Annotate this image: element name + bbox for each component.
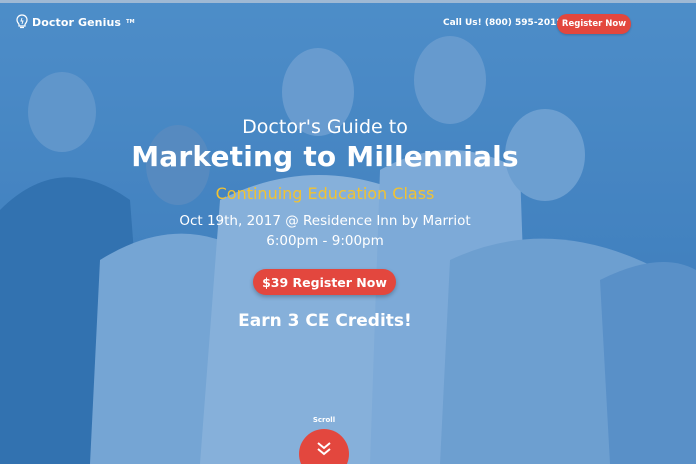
landing-page: Doctor Genius TM Call Us! (800) 595-2018 … xyxy=(0,0,696,464)
hero-register-button[interactable]: $39 Register Now xyxy=(253,269,396,295)
ce-credits-text: Earn 3 CE Credits! xyxy=(238,311,412,331)
hero-title: Marketing to Millennials xyxy=(131,140,519,173)
hero-subtitle: Continuing Education Class xyxy=(215,184,435,203)
logo-text: Doctor Genius xyxy=(32,15,122,29)
event-date-location: Oct 19th, 2017 @ Residence Inn by Marrio… xyxy=(179,213,471,229)
phone-link[interactable]: Call Us! (800) 595-2018 xyxy=(443,18,563,28)
top-edge-bar xyxy=(0,0,696,3)
event-time: 6:00pm - 9:00pm xyxy=(266,233,384,249)
hero-pre-title: Doctor's Guide to xyxy=(242,116,408,138)
scroll-label: Scroll xyxy=(312,416,336,424)
blue-overlay xyxy=(0,0,696,464)
logo-trademark: TM xyxy=(126,19,135,25)
double-chevron-down-icon xyxy=(317,442,331,456)
lightbulb-icon xyxy=(16,14,28,30)
logo[interactable]: Doctor Genius TM xyxy=(16,14,135,30)
site-header: Doctor Genius TM Call Us! (800) 595-2018 … xyxy=(0,10,696,38)
header-register-button[interactable]: Register Now xyxy=(557,14,631,34)
